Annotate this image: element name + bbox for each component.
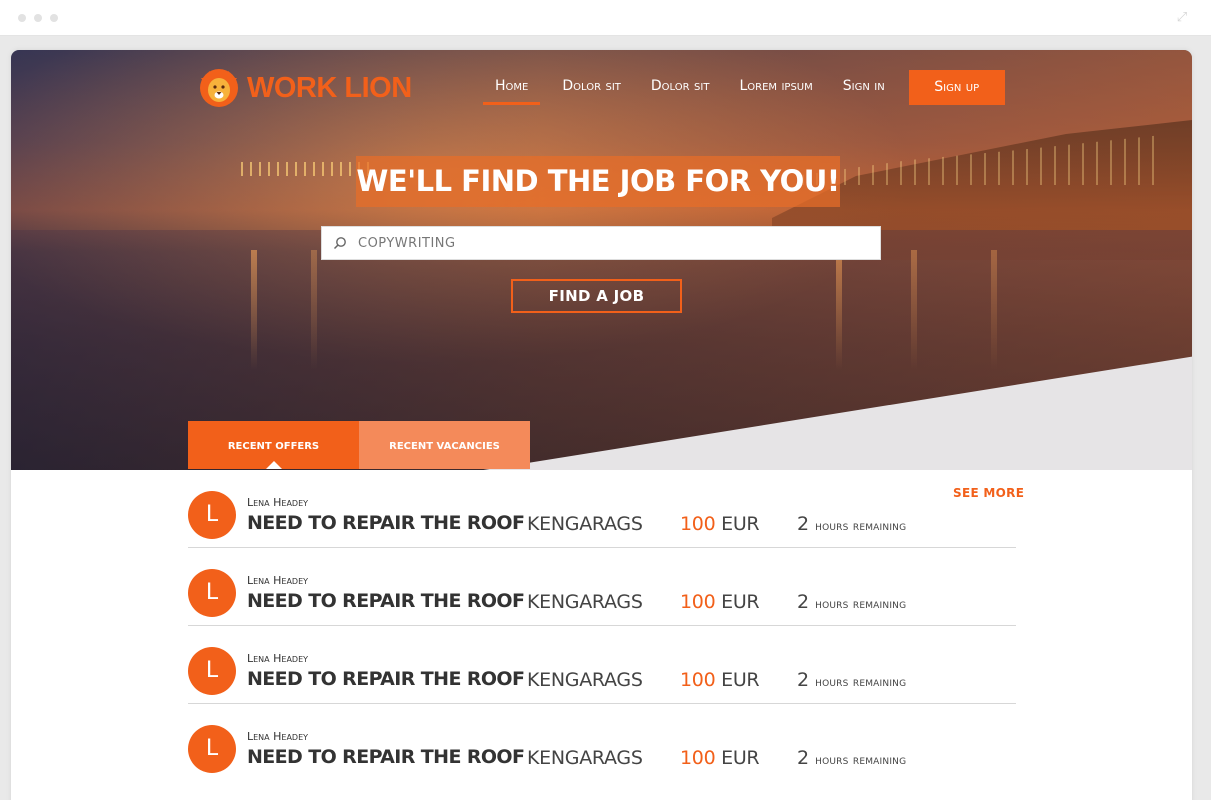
list-item[interactable]: L Lena Headey NEED TO REPAIR THE ROOF KE… (188, 548, 1016, 626)
job-price: 100 EUR (680, 747, 760, 769)
search-icon (322, 226, 358, 260)
job-price: 100 EUR (680, 513, 760, 535)
tab-recent-offers[interactable]: RECENT OFFERS (188, 421, 359, 469)
tab-recent-vacancies[interactable]: RECENT VACANCIES (359, 421, 530, 469)
price-amount: 100 (680, 513, 716, 535)
time-remaining: 2 hours remaining (797, 591, 906, 613)
list-item[interactable]: L Lena Headey NEED TO REPAIR THE ROOF KE… (188, 626, 1016, 704)
brand-name: WORK LION (247, 71, 412, 104)
window-dot-icon[interactable] (34, 14, 42, 22)
listing-tabs: RECENT OFFERS RECENT VACANCIES (188, 421, 530, 469)
price-currency: EUR (721, 513, 760, 535)
author-name: Lena Headey (247, 730, 309, 743)
job-title[interactable]: NEED TO REPAIR THE ROOF (247, 668, 525, 690)
time-number: 2 (797, 591, 810, 613)
job-title[interactable]: NEED TO REPAIR THE ROOF (247, 512, 525, 534)
sign-up-button[interactable]: Sign up (908, 69, 1005, 105)
avatar: L (188, 491, 236, 539)
time-remaining: 2 hours remaining (797, 669, 906, 691)
avatar: L (188, 647, 236, 695)
company-name: KENGARAGS (527, 747, 643, 769)
list-item[interactable]: L Lena Headey NEED TO REPAIR THE ROOF KE… (188, 704, 1016, 782)
time-text: hours remaining (815, 753, 907, 768)
job-list: L Lena Headey NEED TO REPAIR THE ROOF KE… (188, 470, 1016, 782)
avatar: L (188, 725, 236, 773)
company-name: KENGARAGS (527, 513, 643, 535)
nav-item-dolor-sit-1[interactable]: Dolor sit (562, 69, 621, 105)
lion-head-icon (199, 68, 239, 108)
time-remaining: 2 hours remaining (797, 747, 906, 769)
window-dot-icon[interactable] (18, 14, 26, 22)
time-number: 2 (797, 669, 810, 691)
job-price: 100 EUR (680, 669, 760, 691)
avatar: L (188, 569, 236, 617)
time-text: hours remaining (815, 675, 907, 690)
nav-item-home[interactable]: Home (483, 69, 541, 105)
nav-item-dolor-sit-2[interactable]: Dolor sit (651, 69, 710, 105)
company-name: KENGARAGS (527, 591, 643, 613)
time-text: hours remaining (815, 597, 907, 612)
window-dot-icon[interactable] (50, 14, 58, 22)
price-currency: EUR (721, 669, 760, 691)
search-bar (321, 226, 881, 260)
price-currency: EUR (721, 591, 760, 613)
job-title[interactable]: NEED TO REPAIR THE ROOF (247, 746, 525, 768)
browser-chrome: ⤢ (0, 0, 1211, 36)
hero-section: WORK LION Home Dolor sit Dolor sit Lorem… (11, 50, 1192, 470)
price-amount: 100 (680, 669, 716, 691)
time-remaining: 2 hours remaining (797, 513, 906, 535)
price-amount: 100 (680, 591, 716, 613)
author-name: Lena Headey (247, 496, 309, 509)
time-text: hours remaining (815, 519, 907, 534)
main-nav: Home Dolor sit Dolor sit Lorem ipsum Sig… (483, 69, 1005, 105)
author-name: Lena Headey (247, 652, 309, 665)
list-item[interactable]: L Lena Headey NEED TO REPAIR THE ROOF KE… (188, 470, 1016, 548)
nav-item-lorem-ipsum[interactable]: Lorem ipsum (739, 69, 812, 105)
company-name: KENGARAGS (527, 669, 643, 691)
search-input[interactable] (358, 228, 880, 258)
hero-headline: WE'LL FIND THE JOB FOR YOU! (356, 156, 840, 207)
time-number: 2 (797, 747, 810, 769)
job-title[interactable]: NEED TO REPAIR THE ROOF (247, 590, 525, 612)
expand-icon[interactable]: ⤢ (1175, 10, 1189, 24)
price-amount: 100 (680, 747, 716, 769)
price-currency: EUR (721, 747, 760, 769)
job-price: 100 EUR (680, 591, 760, 613)
time-number: 2 (797, 513, 810, 535)
find-job-button[interactable]: FIND A JOB (511, 279, 682, 313)
website: WORK LION Home Dolor sit Dolor sit Lorem… (11, 50, 1192, 800)
logo[interactable]: WORK LION (199, 68, 412, 108)
author-name: Lena Headey (247, 574, 309, 587)
nav-item-sign-in[interactable]: Sign in (843, 69, 885, 105)
